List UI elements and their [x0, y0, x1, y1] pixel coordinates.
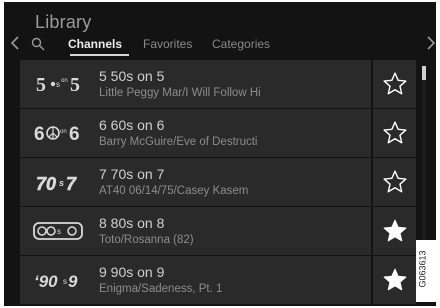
channel-logo-60s: 6 on 6 [34, 124, 80, 145]
tab-categories[interactable]: Categories [212, 37, 270, 51]
svg-text:6: 6 [34, 124, 45, 145]
channel-title: 8 80s on 8 [99, 215, 165, 231]
svg-text:70: 70 [36, 174, 56, 194]
list-item[interactable]: 6 on 6 6 60s on 6 Barry McGuire/Eve of D… [20, 109, 416, 158]
list-item[interactable]: ‘90 s 9 9 90s on 9 Enigma/Sadeness, Pt. … [20, 256, 416, 305]
star-outline-icon [382, 72, 407, 95]
favorite-toggle[interactable] [373, 60, 416, 108]
now-playing: AT40 06/14/75/Casey Kasem [99, 185, 249, 197]
tab-channels[interactable]: Channels [68, 37, 122, 51]
now-playing: Barry McGuire/Eve of Destructi [99, 136, 258, 148]
channel-title: 7 70s on 7 [99, 166, 165, 182]
list-item[interactable]: 5 s on 5 5 50s on 5 Little Peggy Mar/I W… [20, 60, 416, 109]
channel-logo-50s: 5 s on 5 [36, 74, 80, 96]
figure-code: G063613 [416, 240, 436, 302]
svg-text:7: 7 [66, 174, 77, 194]
star-outline-icon [382, 170, 407, 193]
channel-title: 9 90s on 9 [99, 264, 165, 280]
svg-text:s: s [63, 277, 67, 286]
channel-title: 5 50s on 5 [99, 68, 165, 84]
favorite-toggle[interactable] [373, 207, 416, 255]
channel-list: 5 s on 5 5 50s on 5 Little Peggy Mar/I W… [20, 60, 416, 306]
library-screen: Library Channels Favorites Categories 5 … [4, 2, 436, 306]
svg-text:9: 9 [68, 272, 78, 291]
now-playing: Toto/Rosanna (82) [99, 234, 194, 246]
scrollbar-thumb[interactable] [422, 66, 426, 80]
channel-logo-80s: s [33, 222, 83, 240]
svg-text:s: s [59, 178, 64, 188]
star-filled-icon [383, 219, 406, 242]
favorite-toggle[interactable] [373, 109, 416, 157]
channel-row[interactable]: 70 s 7 7 70s on 7 AT40 06/14/75/Casey Ka… [20, 158, 371, 206]
search-icon[interactable] [31, 37, 45, 51]
channel-title: 6 60s on 6 [99, 117, 165, 133]
chevron-right-icon[interactable] [426, 36, 436, 50]
active-tab-indicator [70, 54, 129, 56]
svg-text:s: s [57, 227, 61, 236]
svg-text:s: s [56, 80, 60, 89]
now-playing: Enigma/Sadeness, Pt. 1 [99, 283, 223, 295]
favorite-toggle[interactable] [373, 158, 416, 206]
svg-text:6: 6 [69, 124, 80, 145]
svg-text:5: 5 [36, 74, 46, 96]
channel-logo-70s: 70 s 7 [36, 174, 78, 195]
page-title: Library [35, 12, 92, 32]
svg-text:5: 5 [70, 74, 80, 96]
star-outline-icon [382, 121, 407, 144]
channel-row[interactable]: 5 s on 5 5 50s on 5 Little Peggy Mar/I W… [20, 60, 371, 108]
channel-logo-90s: ‘90 s 9 [34, 272, 78, 291]
chevron-left-icon[interactable] [10, 36, 20, 50]
svg-text:on: on [60, 129, 67, 135]
channel-row[interactable]: ‘90 s 9 9 90s on 9 Enigma/Sadeness, Pt. … [20, 256, 371, 304]
channel-row[interactable]: 6 on 6 6 60s on 6 Barry McGuire/Eve of D… [20, 109, 371, 157]
list-item[interactable]: s 8 80s on 8 Toto/Rosanna (82) [20, 207, 416, 256]
tab-favorites[interactable]: Favorites [143, 37, 192, 51]
svg-text:‘90: ‘90 [34, 272, 58, 291]
star-filled-icon [383, 268, 406, 291]
now-playing: Little Peggy Mar/I Will Follow Hi [99, 87, 261, 99]
favorite-toggle[interactable] [373, 256, 416, 304]
list-item[interactable]: 70 s 7 7 70s on 7 AT40 06/14/75/Casey Ka… [20, 158, 416, 207]
channel-row[interactable]: s 8 80s on 8 Toto/Rosanna (82) [20, 207, 371, 255]
svg-text:on: on [61, 78, 68, 84]
figure-code-label: G063613 [417, 250, 428, 288]
